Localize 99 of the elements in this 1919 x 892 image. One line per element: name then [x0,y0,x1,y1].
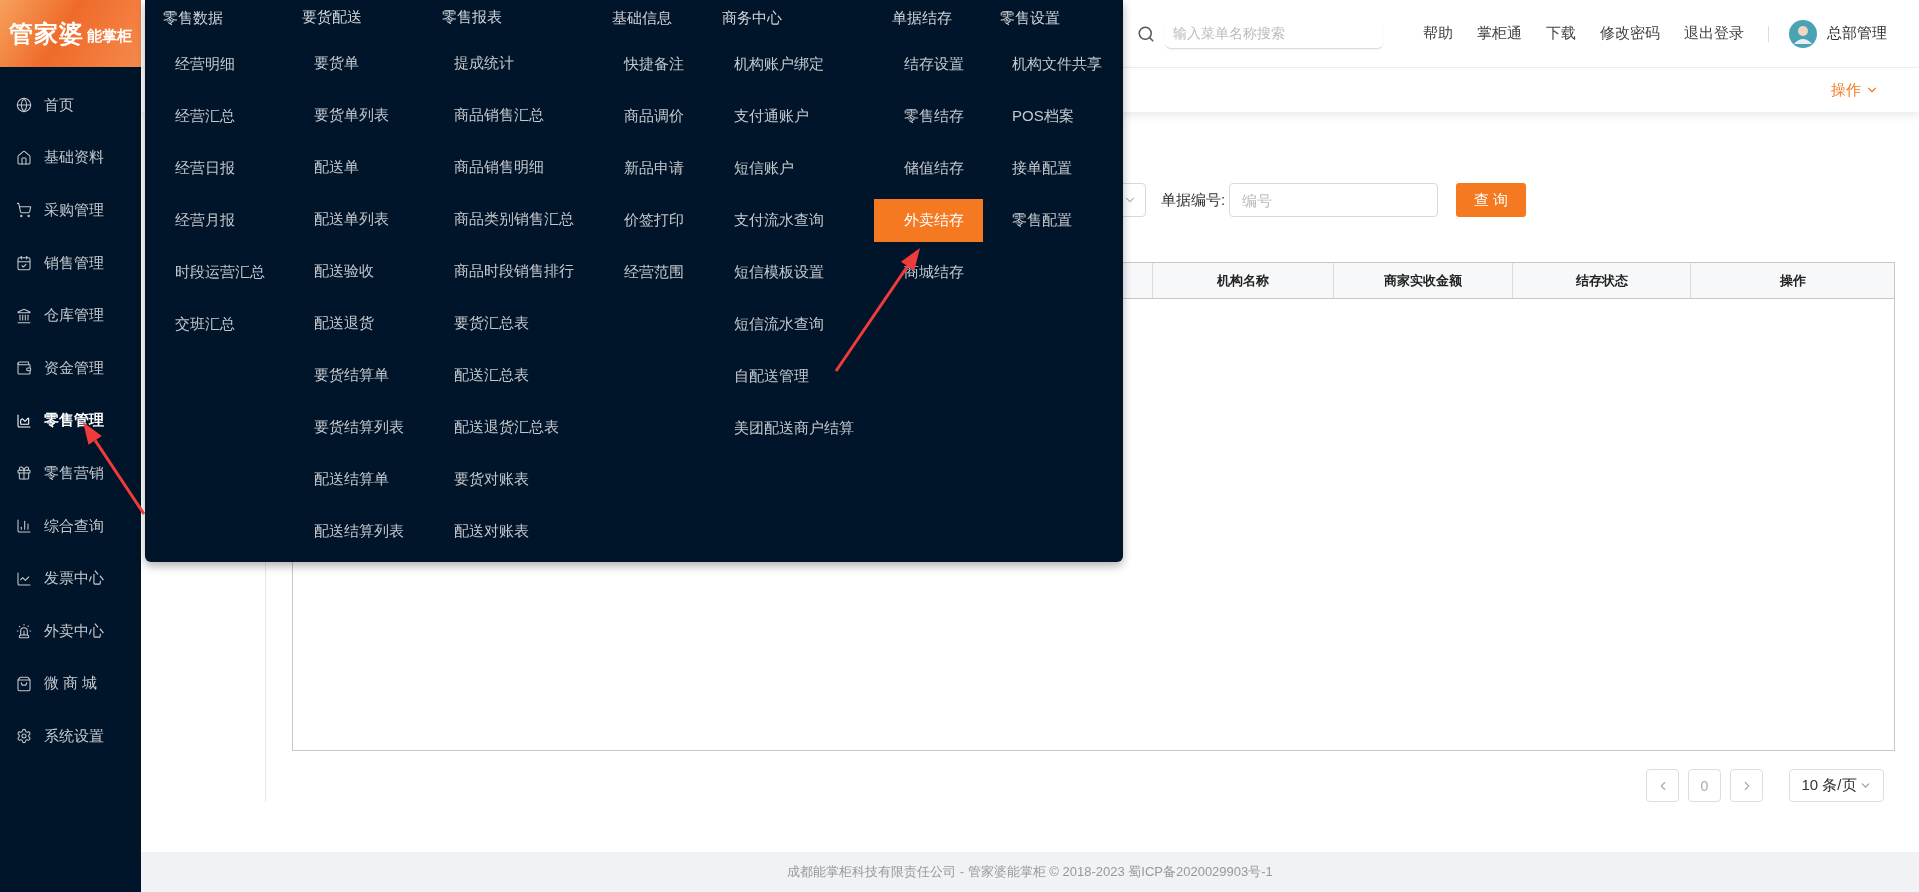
sidebar-item[interactable]: 外卖中心 [0,604,141,658]
menu-item[interactable]: 要货结算单 [284,354,424,397]
menu-item[interactable]: 价签打印 [594,199,704,242]
menu-item[interactable]: 零售配置 [982,199,1123,242]
menu-item[interactable]: 商品销售汇总 [424,94,594,137]
previous-page-button[interactable] [1646,769,1679,802]
search-icon [1137,24,1155,43]
sidebar-item[interactable]: 采购管理 [0,184,141,237]
sidebar-item[interactable]: 零售营销 [0,447,141,500]
logo: 管家婆 能掌柜 [0,0,141,67]
menu-item[interactable]: 配送结算列表 [284,510,424,553]
globe-icon [16,97,32,114]
menu-item[interactable]: 商品销售明细 [424,146,594,189]
menu-item[interactable]: 支付流水查询 [704,199,874,242]
sidebar-item[interactable]: 发票中心 [0,552,141,605]
siren-icon [16,623,32,640]
table-header-cell: 商家实收金额 [1333,263,1512,298]
menu-group-title: 单据结存 [891,7,953,28]
menu-item[interactable]: 美团配送商户结算 [704,407,874,450]
menu-item[interactable]: 配送退货 [284,302,424,345]
menu-item[interactable]: 机构账户绑定 [704,43,874,86]
menu-item[interactable]: 短信账户 [704,147,874,190]
menu-group-title: 商务中心 [721,7,783,28]
menu-item[interactable]: 要货对账表 [424,458,594,501]
menu-item[interactable]: 快捷备注 [594,43,704,86]
bank-icon [16,307,32,324]
menu-item[interactable]: 商品调价 [594,95,704,138]
sidebar-item[interactable]: 零售管理 [0,394,141,448]
page-size-select[interactable]: 10 条/页 [1789,769,1884,802]
menu-item[interactable]: 交班汇总 [145,303,284,346]
menu-item[interactable]: POS档案 [982,95,1123,138]
header-link[interactable]: 帮助 [1423,24,1453,43]
menu-item[interactable]: 配送验收 [284,250,424,293]
header-link[interactable]: 退出登录 [1684,24,1744,43]
wallet-icon [16,360,32,377]
field-label: 单据编号: [1161,190,1226,210]
house-icon [16,149,32,166]
sidebar-item[interactable]: 综合查询 [0,499,141,553]
menu-item[interactable]: 经营明细 [145,43,284,86]
menu-item[interactable]: 短信模板设置 [704,251,874,294]
header-link[interactable]: 下载 [1546,24,1576,43]
sidebar-item[interactable]: 资金管理 [0,341,141,395]
menu-item[interactable]: 配送单 [284,146,424,189]
menu-item[interactable]: 经营月报 [145,199,284,242]
menu-item[interactable]: 配送结算单 [284,458,424,501]
sidebar-item[interactable]: 首页 [0,79,141,132]
header-link[interactable]: 修改密码 [1600,24,1660,43]
search-field[interactable]: 输入菜单名称搜索 [1165,18,1383,49]
table-header-cell: 操作 [1690,263,1894,298]
menu-item[interactable]: 短信流水查询 [704,303,874,346]
copyright-text: 成都能掌柜科技有限责任公司 - 管家婆能掌柜 © 2018-2023 蜀ICP备2020029903号-1 [787,863,1273,881]
menu-item[interactable]: 要货单 [284,42,424,85]
settings-icon [16,728,32,745]
menu-item[interactable]: 支付通账户 [704,95,874,138]
menu-item[interactable]: 配送单列表 [284,198,424,241]
menu-item[interactable]: 零售结存 [874,95,982,138]
menu-item[interactable]: 机构文件共享 [982,43,1123,86]
header-link[interactable]: 掌柜通 [1477,24,1522,43]
avatar-icon [1789,19,1817,48]
sidebar-item[interactable]: 仓库管理 [0,289,141,342]
menu-group-title: 要货配送 [301,7,363,27]
table-header-cell: 结存状态 [1512,263,1690,298]
menu-item[interactable]: 商品时段销售排行 [424,250,594,293]
number-input[interactable]: 编号 [1229,183,1439,217]
bag-icon [16,675,32,692]
menu-item[interactable]: 提成统计 [424,42,594,85]
menu-item[interactable]: 配送汇总表 [424,354,594,397]
menu-item[interactable]: 新品申请 [594,147,704,190]
menu-item[interactable]: 配送对账表 [424,510,594,553]
sidebar-item[interactable]: 基础资料 [0,131,141,185]
menu-group-title: 基础信息 [611,7,673,28]
menu-item[interactable]: 时段运营汇总 [145,251,284,294]
area-chart-icon [16,412,32,429]
menu-group-title: 零售设置 [999,7,1061,28]
next-page-button[interactable] [1730,769,1763,802]
menu-item[interactable]: 要货单列表 [284,94,424,137]
menu-item[interactable]: 商品类别销售汇总 [424,198,594,241]
calendar-icon [16,255,32,272]
menu-group-title: 零售数据 [162,7,224,28]
bar-chart-icon [16,518,32,535]
menu-item[interactable]: 结存设置 [874,43,982,86]
table-header-cell: 机构名称 [1152,263,1333,298]
sidebar-item[interactable]: 销售管理 [0,236,141,290]
menu-group-title: 零售报表 [441,7,503,27]
gift-icon [16,465,32,482]
menu-item[interactable]: 自配送管理 [704,355,874,398]
menu-item[interactable]: 储值结存 [874,147,982,190]
menu-item[interactable]: 配送退货汇总表 [424,406,594,449]
line-chart-icon [16,570,32,587]
cart-icon [16,202,32,219]
user-name[interactable]: 总部管理 [1827,24,1887,43]
menu-item[interactable]: 经营范围 [594,251,704,294]
menu-item[interactable]: 经营汇总 [145,95,284,138]
menu-item[interactable]: 要货汇总表 [424,302,594,345]
menu-item[interactable]: 要货结算列表 [284,406,424,449]
menu-item[interactable]: 接单配置 [982,147,1123,190]
sidebar-item[interactable]: 微 商 城 [0,657,141,711]
menu-item[interactable]: 经营日报 [145,147,284,190]
sidebar-item[interactable]: 系统设置 [0,710,141,763]
